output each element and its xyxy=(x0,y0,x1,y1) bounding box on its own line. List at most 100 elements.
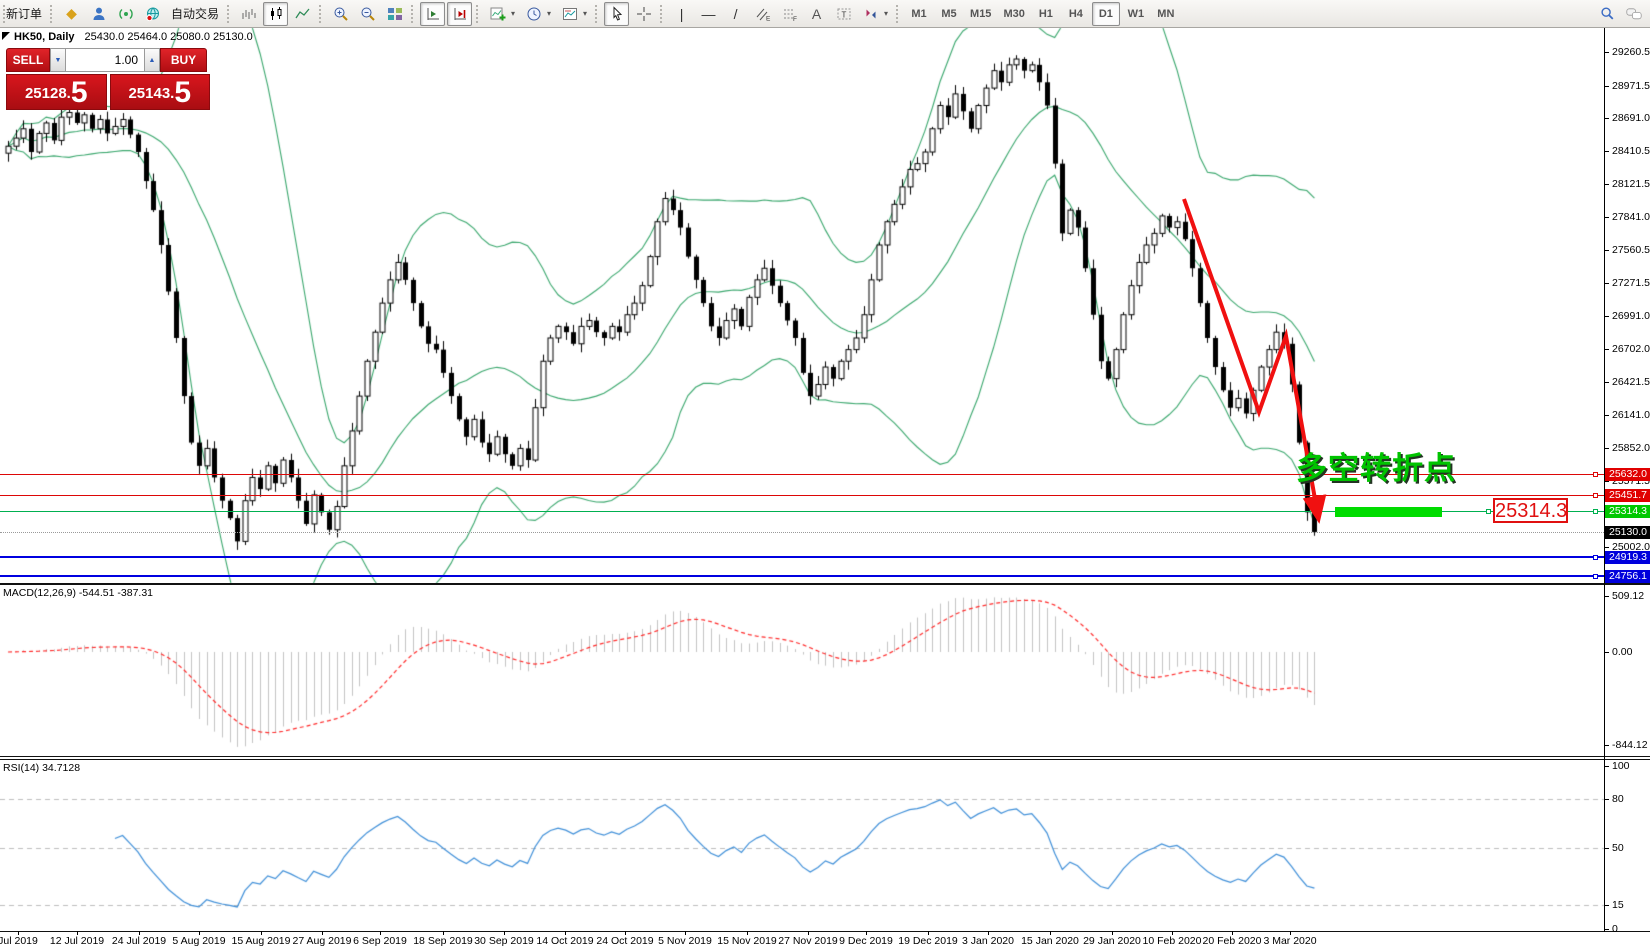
support-highlight-bar[interactable] xyxy=(1335,507,1442,517)
level-line-25130.0 xyxy=(0,532,1604,533)
tf-m1[interactable]: M1 xyxy=(905,2,933,26)
search-icon[interactable] xyxy=(1594,2,1619,26)
sell-button[interactable]: SELL xyxy=(6,48,50,72)
favorites-icon[interactable]: ◆ xyxy=(59,2,84,26)
candlestick-icon[interactable] xyxy=(263,2,288,26)
template-icon[interactable] xyxy=(557,2,582,26)
fibonacci-icon[interactable]: F xyxy=(777,2,802,26)
axis-tick xyxy=(1604,52,1609,53)
volume-input[interactable] xyxy=(66,48,144,72)
tf-h4[interactable]: H4 xyxy=(1062,2,1090,26)
periods-icon[interactable] xyxy=(521,2,546,26)
date-label: 12 Jul 2019 xyxy=(50,935,104,947)
date-label: 3 Mar 2020 xyxy=(1263,935,1316,947)
price-tick-label: 26421.5 xyxy=(1612,376,1650,388)
axis-tick xyxy=(1604,905,1609,906)
horizontal-line-icon[interactable]: — xyxy=(696,2,721,26)
tf-h1[interactable]: H1 xyxy=(1032,2,1060,26)
buy-price-cell[interactable]: 25143.5 xyxy=(110,74,211,110)
axis-badge-24919.3: 24919.3 xyxy=(1605,551,1650,564)
symbol-period-label: HK50, Daily xyxy=(14,31,75,43)
toolbar-grip xyxy=(896,5,901,23)
macd-tick-label: -844.12 xyxy=(1612,739,1648,751)
price-tick-label: 25852.0 xyxy=(1612,442,1650,454)
cursor-icon[interactable] xyxy=(604,2,629,26)
price-tick-label: 27271.5 xyxy=(1612,277,1650,289)
line-handle[interactable] xyxy=(1593,472,1598,477)
axis-tick xyxy=(1604,652,1609,653)
date-label: 15 Jan 2020 xyxy=(1021,935,1079,947)
add-indicator-icon-dropdown[interactable]: ▾ xyxy=(511,3,520,25)
tf-w1[interactable]: W1 xyxy=(1122,2,1150,26)
channel-icon[interactable]: E xyxy=(750,2,775,26)
pane-separator-macd-rsi-a[interactable] xyxy=(0,756,1650,757)
bar-chart-icon[interactable] xyxy=(236,2,261,26)
level-line-24756.1[interactable] xyxy=(0,575,1604,577)
toolbar-grip xyxy=(660,5,665,23)
toolbar: 新订单 ◆ 自动交易 ▾ ▾ ▾ |—/EFAT ▾ M1M5M15M30H1H4D1W1MN xyxy=(0,0,1650,28)
chart-title: HK50, Daily25430.0 25464.0 25080.0 25130… xyxy=(14,31,253,43)
tf-m30[interactable]: M30 xyxy=(998,2,1029,26)
toolbar-grip xyxy=(595,5,600,23)
vertical-line-icon[interactable]: | xyxy=(669,2,694,26)
rsi-tick-label: 80 xyxy=(1612,793,1624,805)
buy-price-big-digit: 5 xyxy=(174,79,191,107)
date-label: Jul 2019 xyxy=(0,935,38,947)
tf-m5[interactable]: M5 xyxy=(935,2,963,26)
line-handle[interactable] xyxy=(1593,509,1598,514)
turning-point-annotation[interactable]: 多空转折点 xyxy=(1296,443,1496,488)
tf-d1[interactable]: D1 xyxy=(1092,2,1120,26)
price-tag-box[interactable]: 25314.3 xyxy=(1493,498,1568,523)
line-handle[interactable] xyxy=(1486,509,1491,514)
date-label: 30 Sep 2019 xyxy=(474,935,534,947)
line-handle[interactable] xyxy=(1593,493,1598,498)
tile-windows-icon[interactable] xyxy=(382,2,407,26)
line-chart-icon[interactable] xyxy=(290,2,315,26)
volume-increase-button[interactable]: ▲ xyxy=(144,48,160,72)
new-order-button[interactable]: 新订单 xyxy=(2,2,46,26)
rsi-bottom-border xyxy=(0,931,1650,932)
buy-button[interactable]: BUY xyxy=(160,48,207,72)
axis-tick xyxy=(1604,217,1609,218)
trendline-icon[interactable]: / xyxy=(723,2,748,26)
autotrading-icon[interactable] xyxy=(140,2,165,26)
sell-price-cell[interactable]: 25128.5 xyxy=(6,74,107,110)
volume-decrease-button[interactable]: ▼ xyxy=(50,48,66,72)
rsi-tick-label: 0 xyxy=(1612,923,1618,935)
pane-separator-main-macd[interactable] xyxy=(0,583,1650,585)
rsi-tick-label: 100 xyxy=(1612,760,1630,772)
axis-tick xyxy=(1604,448,1609,449)
template-icon-dropdown[interactable]: ▾ xyxy=(583,3,592,25)
line-handle[interactable] xyxy=(1593,574,1598,579)
tf-m15[interactable]: M15 xyxy=(965,2,996,26)
toolbar-grip xyxy=(227,5,232,23)
metaeditor-icon[interactable] xyxy=(86,2,111,26)
chat-icon[interactable] xyxy=(1621,2,1646,26)
periods-icon-dropdown[interactable]: ▾ xyxy=(547,3,556,25)
text-icon[interactable]: A xyxy=(804,2,829,26)
add-indicator-icon[interactable] xyxy=(485,2,510,26)
text-label-icon[interactable]: T xyxy=(831,2,856,26)
autotrading-label[interactable]: 自动交易 xyxy=(167,2,223,26)
level-line-25451.7[interactable] xyxy=(0,495,1604,496)
signal-icon[interactable] xyxy=(113,2,138,26)
level-line-24919.3[interactable] xyxy=(0,556,1604,558)
line-handle[interactable] xyxy=(1593,555,1598,560)
chart-collapse-icon[interactable] xyxy=(2,32,10,40)
zoom-out-icon[interactable] xyxy=(355,2,380,26)
date-label: 5 Nov 2019 xyxy=(658,935,712,947)
macd-label: MACD(12,26,9) -544.51 -387.31 xyxy=(3,587,153,599)
auto-scroll-icon[interactable] xyxy=(420,2,445,26)
chart-shift-icon[interactable] xyxy=(447,2,472,26)
macd-tick-label: 0.00 xyxy=(1612,646,1632,658)
tf-mn[interactable]: MN xyxy=(1152,2,1180,26)
crosshair-icon[interactable] xyxy=(631,2,656,26)
zoom-in-icon[interactable] xyxy=(328,2,353,26)
toolbar-right xyxy=(1593,2,1647,26)
buy-price-main: 25143. xyxy=(128,81,174,107)
axis-tick xyxy=(1604,848,1609,849)
price-tick-label: 27560.5 xyxy=(1612,244,1650,256)
arrows-icon[interactable] xyxy=(858,2,883,26)
toolbar-grip xyxy=(50,5,55,23)
arrows-icon-dropdown[interactable]: ▾ xyxy=(884,3,893,25)
